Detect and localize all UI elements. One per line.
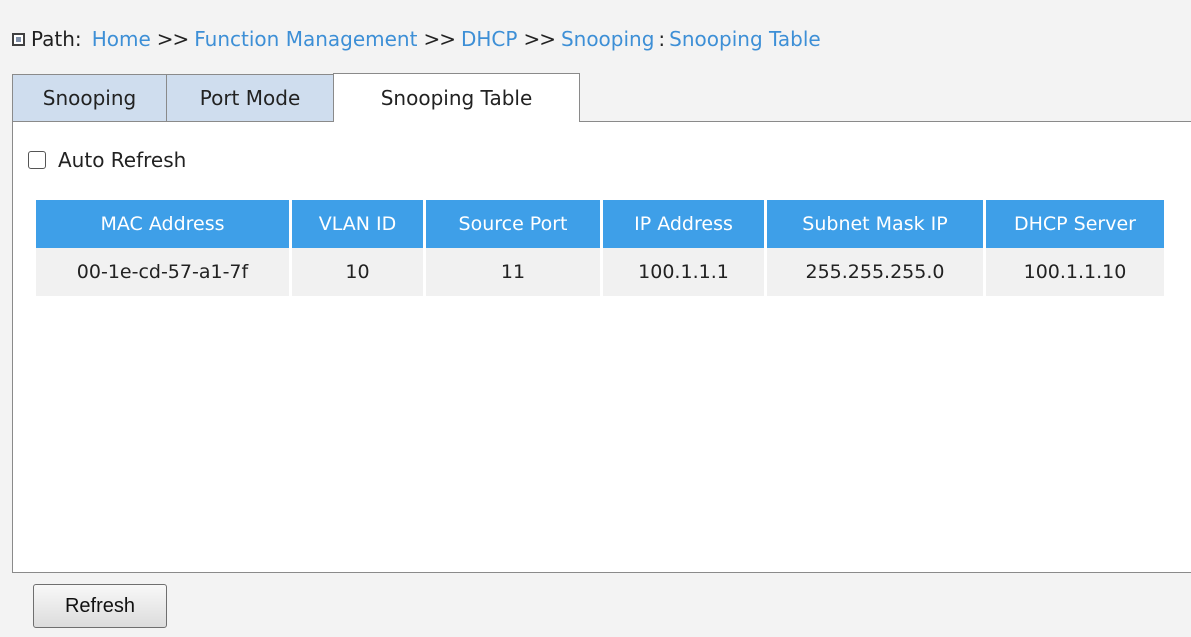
cell-ip-address: 100.1.1.1 xyxy=(603,248,764,296)
breadcrumb: Path: Home >> Function Management >> DHC… xyxy=(12,24,821,54)
tab-panel xyxy=(12,121,1191,573)
tab-port-mode[interactable]: Port Mode xyxy=(166,74,334,121)
column-header-subnet-mask-ip: Subnet Mask IP xyxy=(767,200,983,248)
cell-vlan-id: 10 xyxy=(292,248,423,296)
column-header-vlan-id: VLAN ID xyxy=(292,200,423,248)
tab-snooping[interactable]: Snooping xyxy=(12,74,167,121)
cell-dhcp-server: 100.1.1.10 xyxy=(986,248,1164,296)
path-label: Path: xyxy=(31,27,82,51)
table-row: 00-1e-cd-57-a1-7f 10 11 100.1.1.1 255.25… xyxy=(36,248,1164,296)
breadcrumb-colon: : xyxy=(658,27,666,51)
breadcrumb-dhcp[interactable]: DHCP xyxy=(461,27,517,51)
auto-refresh-option[interactable]: Auto Refresh xyxy=(28,148,186,172)
column-header-ip-address: IP Address xyxy=(603,200,764,248)
breadcrumb-snooping[interactable]: Snooping xyxy=(561,27,654,51)
breadcrumb-separator: >> xyxy=(523,27,556,51)
snooping-table: MAC Address VLAN ID Source Port IP Addre… xyxy=(33,200,1167,296)
table-header-row: MAC Address VLAN ID Source Port IP Addre… xyxy=(36,200,1164,248)
column-header-dhcp-server: DHCP Server xyxy=(986,200,1164,248)
column-header-source-port: Source Port xyxy=(426,200,600,248)
auto-refresh-checkbox[interactable] xyxy=(28,151,46,169)
tab-bar: Snooping Port Mode Snooping Table xyxy=(12,73,580,122)
cell-source-port: 11 xyxy=(426,248,600,296)
cell-mac-address: 00-1e-cd-57-a1-7f xyxy=(36,248,289,296)
breadcrumb-current: Snooping Table xyxy=(669,27,821,51)
breadcrumb-separator: >> xyxy=(156,27,190,51)
breadcrumb-home[interactable]: Home xyxy=(92,27,151,51)
column-header-mac-address: MAC Address xyxy=(36,200,289,248)
auto-refresh-label: Auto Refresh xyxy=(58,148,187,172)
breadcrumb-separator: >> xyxy=(423,27,456,51)
tab-snooping-table[interactable]: Snooping Table xyxy=(333,73,580,122)
square-icon xyxy=(12,32,25,46)
cell-subnet-mask-ip: 255.255.255.0 xyxy=(767,248,983,296)
refresh-button[interactable]: Refresh xyxy=(33,584,167,628)
breadcrumb-function-management[interactable]: Function Management xyxy=(194,27,417,51)
